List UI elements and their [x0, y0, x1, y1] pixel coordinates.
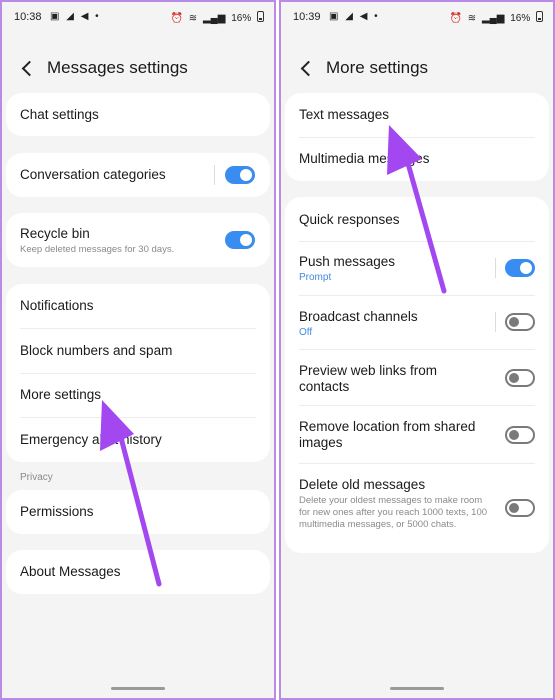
left-phone-screen: 10:38 ▣ ◢ ◀ • ⏰ ≋ ▂▄▆ 16% Messages setti… [0, 0, 276, 700]
pointer-arrow [387, 125, 447, 294]
right-phone-screen: 10:39 ▣ ◢ ◀ • ⏰ ≋ ▂▄▆ 16% More settings … [279, 0, 555, 700]
pointer-arrow [100, 400, 162, 587]
